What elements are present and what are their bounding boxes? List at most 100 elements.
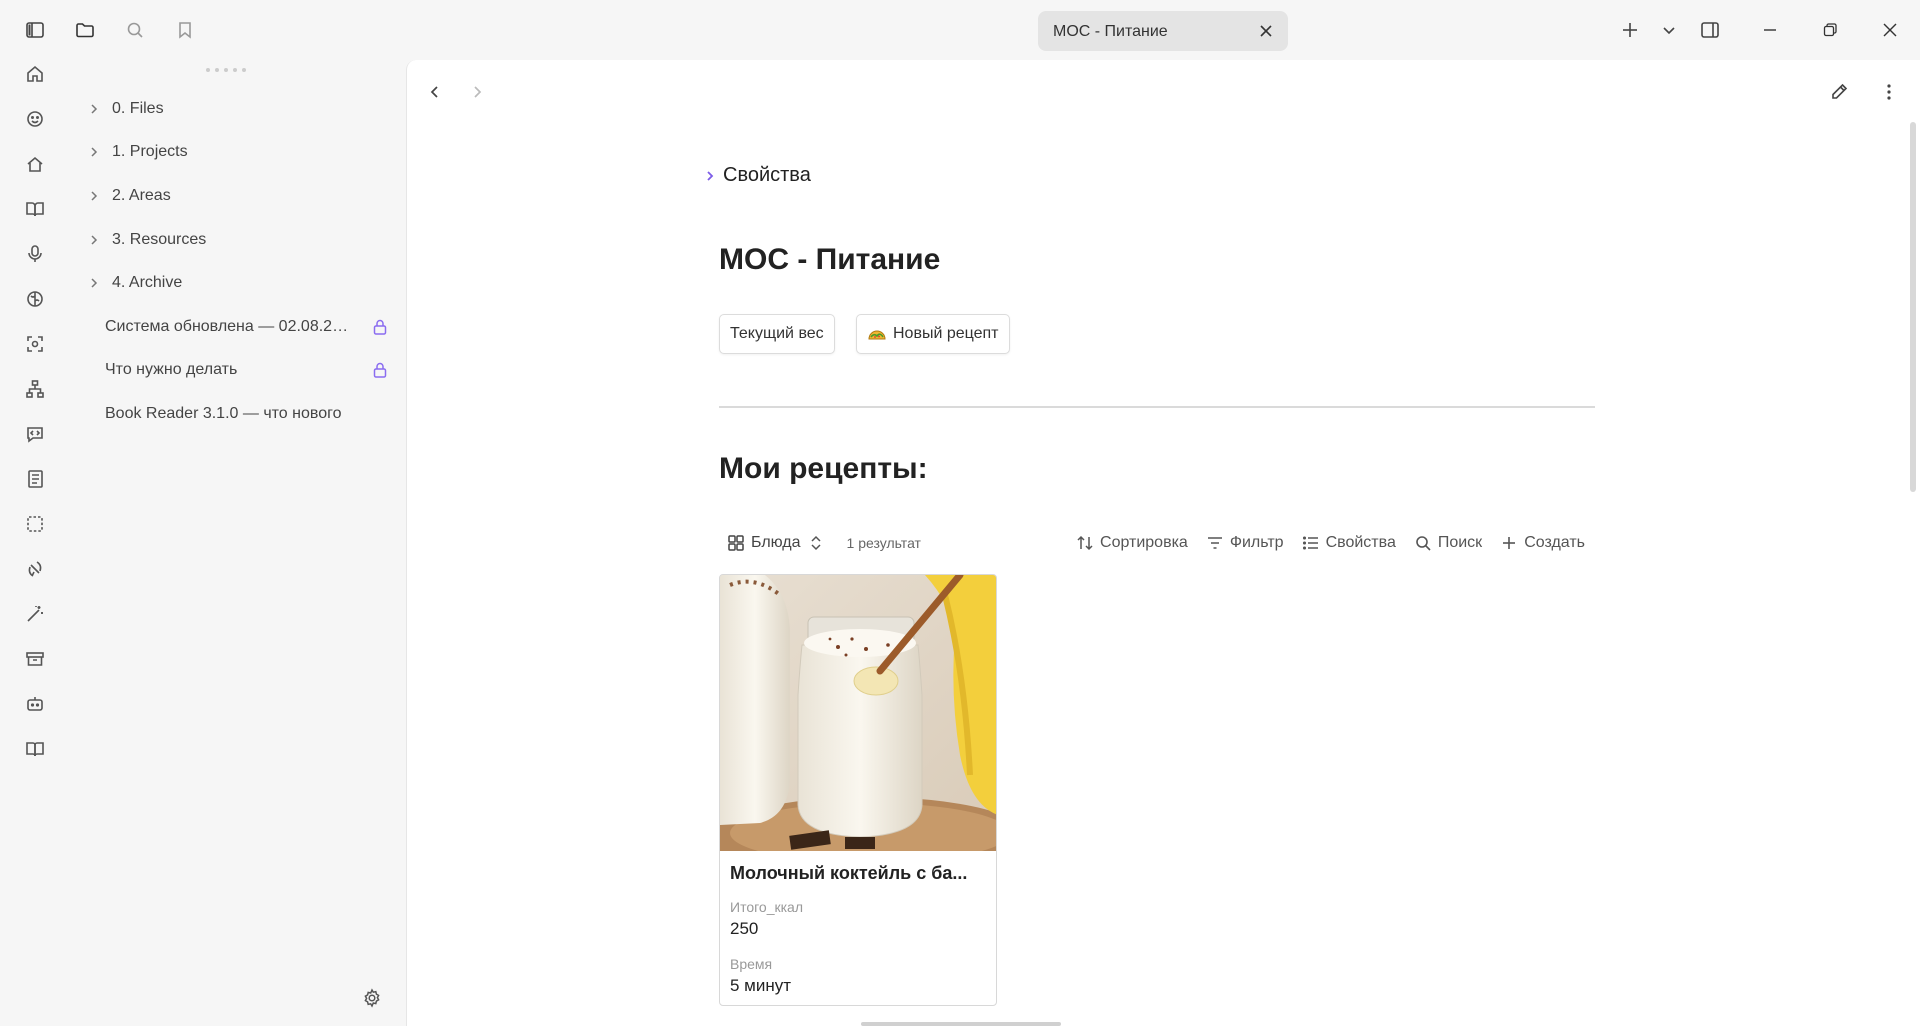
file-what-to-do[interactable]: Что нужно делать: [105, 352, 405, 388]
base-toolbar: Блюда 1 результат Сортировка Фильтр Свой…: [719, 528, 1595, 558]
chevron-up-down-icon: [809, 534, 823, 552]
network-icon[interactable]: [21, 375, 49, 403]
properties-button[interactable]: Свойства: [1302, 534, 1396, 552]
new-recipe-label: Новый рецепт: [893, 325, 999, 342]
tab-moc-nutrition[interactable]: МОС - Питание: [1038, 11, 1288, 51]
file-label: Book Reader 3.1.0 — что нового: [105, 405, 342, 422]
filter-icon: [1206, 534, 1224, 552]
folder-label: 2. Areas: [112, 187, 171, 204]
title-bar: МОС - Питание: [0, 0, 1920, 60]
dashed-select-icon[interactable]: [21, 510, 49, 538]
more-options-icon[interactable]: [1875, 78, 1903, 106]
folder-label: 3. Resources: [112, 231, 207, 248]
brain-icon[interactable]: [21, 285, 49, 313]
new-tab-icon[interactable]: [1616, 16, 1644, 44]
sidebar-toggle-icon[interactable]: [21, 16, 49, 44]
window-close-icon[interactable]: [1876, 16, 1904, 44]
rocket-icon[interactable]: [21, 555, 49, 583]
home-icon[interactable]: [21, 60, 49, 88]
notebook-icon[interactable]: [21, 465, 49, 493]
folder-projects[interactable]: 1. Projects: [84, 134, 404, 170]
divider: [719, 406, 1595, 408]
search-button[interactable]: Поиск: [1414, 534, 1482, 552]
reader-book-icon[interactable]: [21, 735, 49, 763]
folder-label: 0. Files: [112, 100, 164, 117]
folder-icon[interactable]: [71, 16, 99, 44]
create-label: Создать: [1524, 534, 1585, 551]
close-icon[interactable]: [1254, 19, 1278, 43]
sort-icon: [1076, 534, 1094, 552]
prop-name-time: Время: [730, 956, 773, 972]
view-name: Блюда: [751, 534, 801, 551]
pencil-icon[interactable]: [1825, 78, 1853, 106]
filter-button[interactable]: Фильтр: [1206, 534, 1284, 552]
chevron-down-icon[interactable]: [1655, 16, 1683, 44]
house-icon[interactable]: [21, 150, 49, 178]
code-message-icon[interactable]: [21, 420, 49, 448]
folder-archive[interactable]: 4. Archive: [84, 265, 404, 301]
search-icon[interactable]: [121, 16, 149, 44]
sort-label: Сортировка: [1100, 534, 1188, 551]
view-selector[interactable]: Блюда: [727, 534, 823, 552]
bookmark-icon[interactable]: [171, 16, 199, 44]
chevron-right-icon[interactable]: [84, 186, 104, 206]
prop-value-kcal: 250: [730, 919, 759, 938]
file-system-updated[interactable]: Система обновлена — 02.08.20...: [105, 309, 405, 345]
restore-icon[interactable]: [1816, 16, 1844, 44]
properties-tool-label: Свойства: [1325, 534, 1396, 551]
note-content: Свойства МОС - Питание Текущий вес Новый…: [707, 60, 1599, 1026]
magic-wand-icon[interactable]: [21, 600, 49, 628]
scan-search-icon[interactable]: [21, 330, 49, 358]
recipe-card[interactable]: Молочный коктейль с ба... Итого_ккал 250…: [719, 574, 997, 1006]
folder-label: 4. Archive: [112, 274, 183, 291]
editor-pane: Свойства МОС - Питание Текущий вес Новый…: [406, 60, 1920, 1026]
file-label: Что нужно делать: [105, 361, 238, 378]
search-icon: [1414, 534, 1432, 552]
prop-name-kcal: Итого_ккал: [730, 899, 803, 915]
back-arrow-icon[interactable]: [421, 78, 449, 106]
forward-arrow-icon[interactable]: [463, 78, 491, 106]
lock-icon: [371, 361, 389, 379]
vertical-scrollbar[interactable]: [1910, 122, 1916, 492]
ribbon: [0, 60, 70, 1026]
base-actions: Сортировка Фильтр Свойства Поиск Создать: [1076, 528, 1585, 558]
archive-icon[interactable]: [21, 645, 49, 673]
properties-toggle[interactable]: Свойства: [701, 164, 811, 187]
bot-icon[interactable]: [21, 690, 49, 718]
file-book-reader[interactable]: Book Reader 3.1.0 — что нового: [105, 396, 405, 432]
current-weight-button[interactable]: Текущий вес: [719, 314, 835, 354]
properties-label: Свойства: [723, 164, 811, 186]
prop-value-time: 5 минут: [730, 976, 792, 995]
section-title: Мои рецепты:: [719, 452, 928, 485]
taco-icon: [867, 326, 887, 342]
tab-title: МОС - Питание: [1053, 23, 1168, 40]
search-label: Поиск: [1437, 534, 1483, 551]
recipe-image: [720, 575, 996, 877]
file-label: Система обновлена — 02.08.20...: [105, 318, 351, 335]
plus-icon: [1500, 534, 1518, 552]
folder-label: 1. Projects: [112, 143, 188, 160]
new-recipe-button[interactable]: Новый рецепт: [856, 314, 1010, 354]
drag-handle[interactable]: [206, 68, 256, 74]
gear-icon[interactable]: [362, 988, 386, 1012]
minimize-icon[interactable]: [1756, 16, 1784, 44]
chevron-right-icon[interactable]: [84, 99, 104, 119]
microphone-icon[interactable]: [21, 240, 49, 268]
create-button[interactable]: Создать: [1500, 534, 1585, 552]
book-open-icon[interactable]: [21, 195, 49, 223]
chevron-right-icon[interactable]: [84, 273, 104, 293]
chevron-right-icon[interactable]: [84, 230, 104, 250]
smiley-icon[interactable]: [21, 105, 49, 133]
list-icon: [1302, 534, 1320, 552]
page-title: МОС - Питание: [719, 243, 941, 276]
folder-resources[interactable]: 3. Resources: [84, 222, 404, 258]
folder-areas[interactable]: 2. Areas: [84, 178, 404, 214]
folder-files[interactable]: 0. Files: [84, 91, 404, 127]
sort-button[interactable]: Сортировка: [1076, 534, 1188, 552]
result-count: 1 результат: [846, 535, 921, 551]
recipe-title: Молочный коктейль с ба...: [730, 863, 968, 883]
filter-label: Фильтр: [1229, 534, 1284, 551]
right-sidebar-toggle-icon[interactable]: [1696, 16, 1724, 44]
grid-icon: [727, 534, 745, 552]
chevron-right-icon[interactable]: [84, 142, 104, 162]
